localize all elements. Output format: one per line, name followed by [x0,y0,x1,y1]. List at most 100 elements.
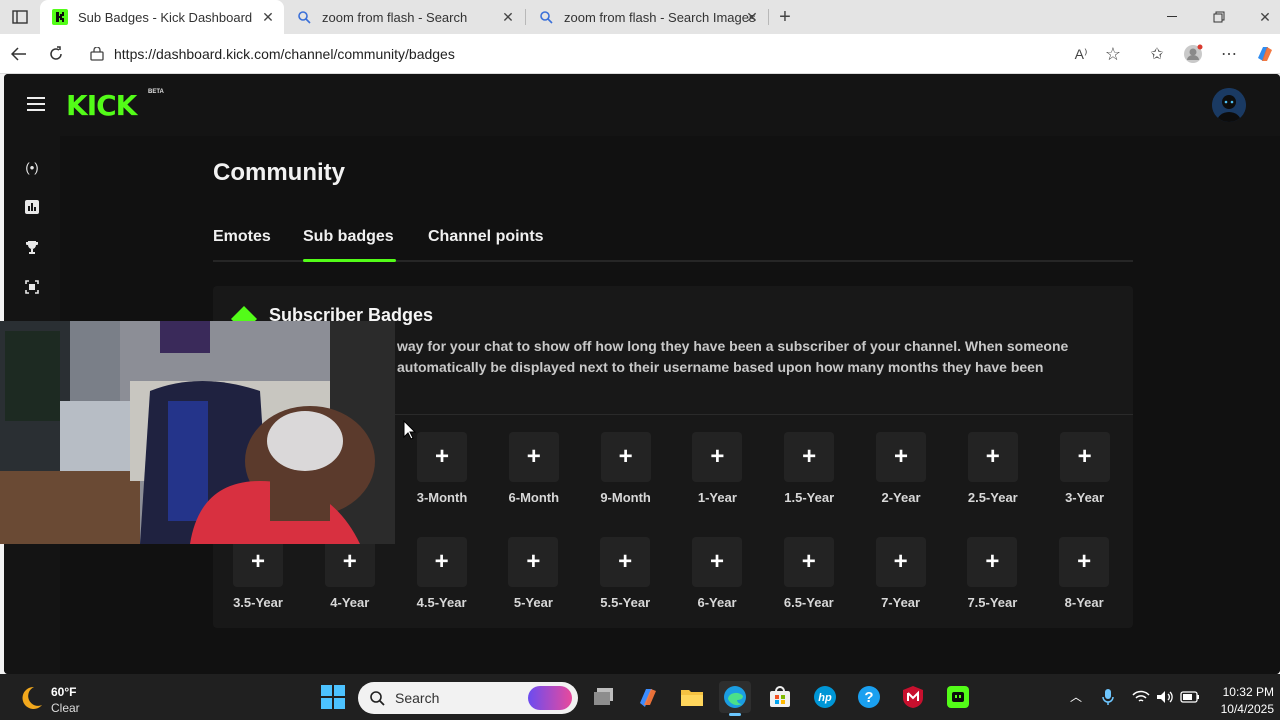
badge-label: 9-Month [600,490,651,505]
close-window-icon[interactable]: ✕ [1254,6,1276,28]
moon-weather-icon[interactable] [18,685,44,716]
add-badge-button[interactable]: + [1059,432,1110,482]
tab-sub-badges[interactable]: Sub badges [303,228,394,246]
tab-search-images[interactable]: zoom from flash - Search Images ✕ [526,0,768,34]
add-badge-button[interactable]: + [967,432,1018,482]
taskbar-search[interactable]: Search [358,682,578,714]
copilot-taskbar-icon[interactable] [632,681,664,713]
add-badge-button[interactable]: + [876,432,926,482]
add-badge-button[interactable]: + [784,432,835,482]
close-tab-icon[interactable]: ✕ [500,9,516,26]
add-badge-button[interactable]: + [1059,537,1110,587]
badge-slot: +6-Month [498,432,570,505]
refresh-icon[interactable] [45,43,67,65]
tab-title: zoom from flash - Search [322,9,468,25]
badge-label: 1.5-Year [784,490,835,505]
profile-icon[interactable] [1182,43,1204,65]
tab-title: Sub Badges - Kick Dashboard [78,9,253,25]
add-badge-button[interactable]: + [508,432,559,482]
copilot-icon[interactable] [1254,43,1276,65]
badge-label: 3-Month [416,490,468,505]
microphone-icon[interactable] [1100,687,1116,707]
add-badge-button[interactable]: + [417,432,467,482]
taskbar: 60°F Clear Search hp ? ︿ 10:32 PM 10/4/2… [0,674,1280,720]
close-tab-icon[interactable]: ✕ [260,9,276,26]
tab-actions-icon[interactable] [8,8,32,26]
weather-condition: Clear [51,701,80,715]
back-icon[interactable] [8,43,30,65]
add-badge-button[interactable]: + [600,537,651,587]
site-info-icon[interactable] [90,47,104,61]
battery-icon[interactable] [1180,688,1200,706]
mouse-cursor-icon [403,419,417,445]
volume-icon[interactable] [1155,688,1175,706]
badge-slot: +7-Year [865,537,937,610]
tab-sub-badges[interactable]: Sub Badges - Kick Dashboard ✕ [40,0,284,34]
clock-time[interactable]: 10:32 PM [1208,685,1274,699]
add-badge-button[interactable]: + [692,432,743,482]
add-badge-button[interactable]: + [600,432,651,482]
badge-slot: +3.5-Year [222,537,294,610]
url-text: https://dashboard.kick.com/channel/commu… [114,46,455,62]
badge-label: 3.5-Year [233,595,283,610]
favorites-icon[interactable]: ✩ [1146,43,1168,65]
kick-app-icon[interactable] [942,681,974,713]
avatar[interactable] [1212,88,1246,122]
edge-icon[interactable] [719,681,751,716]
close-tab-icon[interactable]: ✕ [744,9,760,26]
add-badge-button[interactable]: + [416,537,467,587]
add-badge-button[interactable]: + [692,537,742,587]
badge-label: 6-Year [697,595,737,610]
add-badge-button[interactable]: + [324,537,375,587]
url-field[interactable]: https://dashboard.kick.com/channel/commu… [80,40,1136,68]
store-icon[interactable] [764,681,796,713]
favorite-star-icon[interactable]: ☆ [1102,43,1124,65]
tab-search[interactable]: zoom from flash - Search ✕ [284,0,524,34]
tab-emotes[interactable]: Emotes [213,228,271,246]
add-badge-button[interactable]: + [967,537,1018,587]
task-view-icon[interactable] [588,681,620,713]
read-aloud-icon[interactable]: A⁾ [1070,43,1092,65]
search-label: Search [395,690,440,706]
badge-slot: +6.5-Year [773,537,845,610]
badge-label: 7.5-Year [967,595,1018,610]
card-description-line1: way for your chat to show off how long t… [397,338,1069,354]
menu-icon[interactable] [26,94,46,114]
minimize-icon[interactable] [1162,6,1184,28]
screen-capture-icon[interactable] [24,279,40,295]
mcafee-icon[interactable] [897,681,929,713]
badge-label: 2-Year [881,490,921,505]
hp-icon[interactable]: hp [809,681,841,713]
badge-label: 8-Year [1064,595,1104,610]
windows-start-icon[interactable] [317,681,349,713]
add-badge-button[interactable]: + [508,537,559,587]
weather-temp[interactable]: 60°F [51,685,76,699]
trophy-icon[interactable] [24,239,40,255]
add-badge-button[interactable]: + [233,537,283,587]
more-options-icon[interactable]: ⋯ [1218,43,1240,65]
badge-slot: +1-Year [681,432,753,505]
add-badge-button[interactable]: + [783,537,834,587]
logo-text: KICK [66,89,137,122]
active-tab-indicator [303,259,396,262]
badge-slot: +2.5-Year [957,432,1029,505]
chevron-up-icon[interactable]: ︿ [1068,688,1084,704]
file-explorer-icon[interactable] [676,681,708,713]
tab-channel-points[interactable]: Channel points [428,228,544,246]
badge-slot: +7.5-Year [956,537,1028,610]
top-nav: KICK BETA [4,74,1280,136]
analytics-icon[interactable] [24,199,40,215]
wifi-icon[interactable] [1131,688,1151,706]
badge-slot: +6-Year [681,537,753,610]
kick-logo[interactable]: KICK BETA [66,89,164,122]
new-tab-icon[interactable]: + [774,6,796,28]
clock-date[interactable]: 10/4/2025 [1208,702,1274,716]
broadcast-icon[interactable]: (•) [24,159,40,175]
search-highlight-icon [528,686,572,710]
add-badge-button[interactable]: + [875,537,926,587]
badge-slot: +9-Month [590,432,662,505]
restore-icon[interactable] [1208,6,1230,28]
help-icon[interactable]: ? [853,681,885,713]
browser-tab-strip: Sub Badges - Kick Dashboard ✕ zoom from … [0,0,1280,34]
search-icon [538,9,554,25]
